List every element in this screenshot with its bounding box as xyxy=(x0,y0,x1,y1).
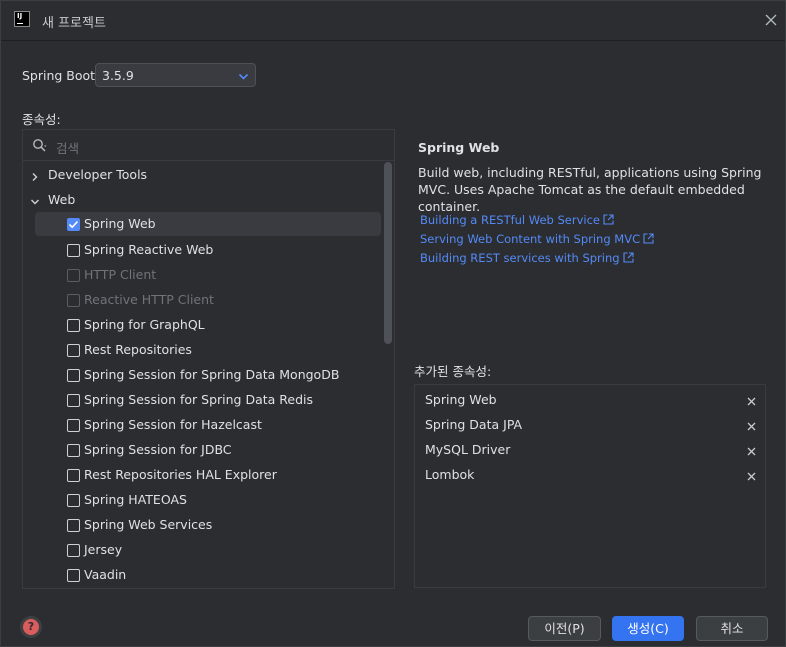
dependency-checkbox xyxy=(67,269,80,282)
tree-label: Vaadin xyxy=(84,567,127,582)
detail-title: Spring Web xyxy=(418,140,500,155)
dependency-item[interactable]: Spring HATEOAS xyxy=(23,488,383,512)
dependency-item[interactable]: Jersey xyxy=(23,538,383,562)
dependency-item[interactable]: Spring for GraphQL xyxy=(23,313,383,337)
tree-label: Developer Tools xyxy=(48,167,148,182)
dependency-item[interactable]: Spring Session for JDBC xyxy=(23,438,383,462)
close-icon[interactable] xyxy=(761,10,781,30)
dependency-checkbox[interactable] xyxy=(67,319,80,332)
external-link-icon xyxy=(643,233,654,244)
guide-link[interactable]: Serving Web Content with Spring MVC xyxy=(420,232,654,246)
tree-label: Rest Repositories HAL Explorer xyxy=(84,467,277,482)
tree-label: Rest Repositories xyxy=(84,342,192,357)
tree-category[interactable]: Developer Tools xyxy=(23,163,383,187)
new-project-dialog: IJ 새 프로젝트 Spring Boot: 3.5.9 종속성: 검색 Dev… xyxy=(0,0,786,647)
guide-link[interactable]: Building REST services with Spring xyxy=(420,251,634,265)
dependency-checkbox[interactable] xyxy=(67,544,80,557)
intellij-idea-icon: IJ xyxy=(14,11,30,27)
dialog-title: 새 프로젝트 xyxy=(42,16,106,31)
dependency-item[interactable]: Rest Repositories HAL Explorer xyxy=(23,463,383,487)
search-placeholder: 검색 xyxy=(56,141,80,156)
remove-icon[interactable] xyxy=(747,444,756,456)
guide-link[interactable]: Building a RESTful Web Service xyxy=(420,213,614,227)
external-link-icon xyxy=(623,252,634,263)
cancel-button[interactable]: 취소 xyxy=(696,616,768,641)
remove-icon[interactable] xyxy=(747,394,756,406)
dependencies-tree: 검색 Developer Tools Web Spring Web Spring Re… xyxy=(22,129,395,589)
tree-label: Spring HATEOAS xyxy=(84,492,187,507)
dependency-item[interactable]: Rest Repositories xyxy=(23,338,383,362)
tree-label: Spring Session for Spring Data Redis xyxy=(84,392,314,407)
search-field[interactable]: 검색 xyxy=(23,130,394,161)
dependency-item[interactable]: Reactive HTTP Client xyxy=(23,288,383,312)
tree-label: Spring Web Services xyxy=(84,517,213,532)
tree-label: Web xyxy=(48,192,76,207)
dependency-checkbox[interactable] xyxy=(67,394,80,407)
app-icon-letters: IJ xyxy=(17,12,23,20)
tree-label: Spring for GraphQL xyxy=(84,317,205,332)
dependency-item[interactable]: Spring Session for Hazelcast xyxy=(23,413,383,437)
tree-label: Spring Reactive Web xyxy=(84,242,214,257)
added-dependencies-list: Spring Web Spring Data JPA MySQL Driver … xyxy=(414,384,766,588)
create-button[interactable]: 생성(C) xyxy=(612,616,684,641)
chevron-down-icon xyxy=(238,70,249,81)
dependency-item[interactable]: Spring Session for Spring Data MongoDB xyxy=(23,363,383,387)
dependency-item[interactable]: HTTP Client xyxy=(23,263,383,287)
chevron-down-icon[interactable] xyxy=(30,195,40,205)
spring-boot-version-value: 3.5.9 xyxy=(102,68,134,83)
tree-category[interactable]: Web xyxy=(23,188,383,212)
tree-label: Spring Session for JDBC xyxy=(84,442,232,457)
dependency-item[interactable]: Vaadin xyxy=(23,563,383,587)
tree-label: Spring Session for Spring Data MongoDB xyxy=(84,367,340,382)
dependency-checkbox[interactable] xyxy=(67,469,80,482)
dependency-checkbox[interactable] xyxy=(67,569,80,582)
dependency-item[interactable]: Spring Web Services xyxy=(23,513,383,537)
remove-icon[interactable] xyxy=(747,419,756,431)
tree-label: HTTP Client xyxy=(84,267,157,282)
search-icon xyxy=(32,138,48,154)
title-bar: IJ 새 프로젝트 xyxy=(1,1,785,41)
help-button[interactable]: ? xyxy=(20,616,42,638)
dependencies-label: 종속성: xyxy=(22,112,61,127)
remove-icon[interactable] xyxy=(747,469,756,481)
dependency-item[interactable]: Spring Session for Spring Data Redis xyxy=(23,388,383,412)
dependency-checkbox[interactable] xyxy=(67,344,80,357)
dependency-checkbox[interactable] xyxy=(67,444,80,457)
tree-label: Jersey xyxy=(84,542,123,557)
dependency-checkbox[interactable] xyxy=(67,494,80,507)
added-dependency: Spring Data JPA xyxy=(415,412,765,437)
chevron-right-icon[interactable] xyxy=(30,170,40,181)
tree-label: Reactive HTTP Client xyxy=(84,292,214,307)
dependency-checkbox[interactable] xyxy=(67,244,80,257)
external-link-icon xyxy=(603,214,614,225)
added-dependencies-label: 추가된 종속성: xyxy=(414,364,492,379)
detail-description: Build web, including RESTful, applicatio… xyxy=(418,165,762,214)
spring-boot-label: Spring Boot: xyxy=(22,68,100,83)
dependency-checkbox[interactable] xyxy=(67,519,80,532)
dependency-checkbox xyxy=(67,294,80,307)
dependency-checkbox[interactable] xyxy=(67,218,80,231)
added-dependency: MySQL Driver xyxy=(415,437,765,462)
dependency-item[interactable]: Spring Reactive Web xyxy=(23,238,383,262)
added-dependency: Lombok xyxy=(415,462,765,487)
previous-button[interactable]: 이전(P) xyxy=(528,616,601,641)
spring-boot-version-select[interactable]: 3.5.9 xyxy=(95,63,256,87)
help-icon: ? xyxy=(23,619,39,635)
tree-label: Spring Web xyxy=(84,216,156,231)
tree-label: Spring Session for Hazelcast xyxy=(84,417,262,432)
dependency-item[interactable]: Spring Web xyxy=(35,212,381,236)
dependency-checkbox[interactable] xyxy=(67,419,80,432)
scrollbar[interactable] xyxy=(384,162,392,344)
added-dependency: Spring Web xyxy=(415,387,765,412)
dependency-checkbox[interactable] xyxy=(67,369,80,382)
